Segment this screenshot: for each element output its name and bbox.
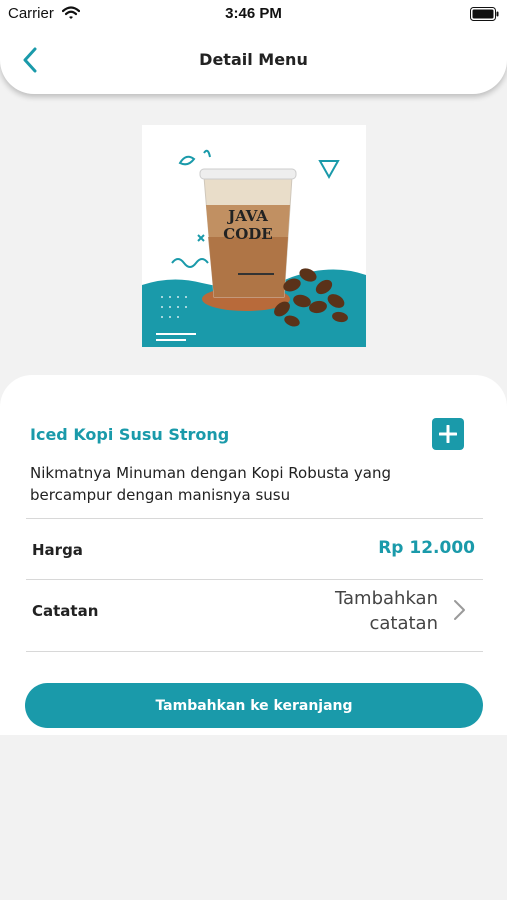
note-placeholder-line2: catatan	[369, 613, 438, 634]
status-time: 3:46 PM	[225, 5, 282, 22]
product-description: Nikmatnya Minuman dengan Kopi Robusta ya…	[30, 464, 391, 504]
image-logo-line2: CODE	[223, 225, 272, 243]
divider	[26, 518, 483, 519]
add-button[interactable]	[432, 418, 464, 450]
header-bar: Carrier 3:46 PM Detail Menu	[0, 0, 507, 94]
divider	[26, 651, 483, 652]
price-value: Rp 12.000	[378, 538, 475, 558]
product-detail-card: Iced Kopi Susu Strong Nikmatnya Minuman …	[0, 375, 507, 735]
note-placeholder-line1: Tambahkan	[335, 588, 438, 609]
product-illustration: JAVA CODE	[142, 125, 366, 347]
plus-icon	[439, 425, 457, 443]
chevron-right-icon	[454, 600, 465, 620]
note-label: Catatan	[32, 602, 99, 620]
battery-icon	[470, 7, 499, 21]
image-logo-line1: JAVA	[226, 207, 268, 225]
divider	[26, 579, 483, 580]
product-image: JAVA CODE	[142, 125, 366, 347]
product-name: Iced Kopi Susu Strong	[30, 425, 230, 444]
price-label: Harga	[32, 541, 83, 559]
page-title: Detail Menu	[199, 50, 308, 69]
add-to-cart-button[interactable]: Tambahkan ke keranjang	[25, 683, 483, 728]
note-placeholder[interactable]: Tambahkan catatan	[278, 586, 438, 636]
status-bar: Carrier 3:46 PM	[0, 0, 507, 28]
